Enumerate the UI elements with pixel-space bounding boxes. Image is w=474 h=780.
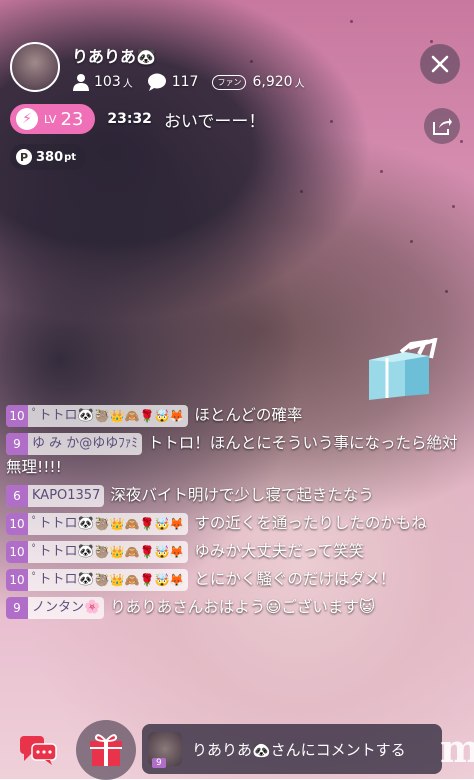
chat-user-name: ゆ み か@ゆゆﾌｧﾐ (32, 435, 138, 451)
comment-value: 117 (171, 74, 199, 90)
chat-list[interactable]: 10 ﾟトトロ🐼 🦥👑🙈🌹🤯🦊 ほとんどの確率 9 ゆ み か@ゆゆﾌｧﾐ トトロ！ほんとに… (0, 402, 474, 720)
chat-bubbles-icon (20, 736, 57, 765)
chat-button[interactable] (14, 726, 62, 774)
chat-message-text: りありあさんおはよう😃ございます😺 (110, 598, 376, 616)
chat-user-badge[interactable]: 6 KAPO1357 (6, 484, 105, 507)
chat-user-name: KAPO1357 (32, 487, 101, 503)
follower-value: 103 (94, 74, 121, 90)
level-number: 23 (60, 108, 84, 130)
share-icon (433, 118, 452, 135)
fan-unit: 人 (294, 78, 305, 90)
close-icon (431, 55, 449, 73)
comment-count: 117 (147, 73, 199, 91)
chat-user-badge[interactable]: 10 ﾟトトロ🐼 🦥👑🙈🌹🤯🦊 (6, 404, 189, 427)
chat-message-text: ほとんどの確率 (194, 406, 303, 424)
chat-user-name: ﾟトトロ🐼 (32, 571, 94, 587)
points-unit: pt (64, 151, 77, 163)
chat-message-text: 深夜バイト明けで少し寝て起きたなう (110, 486, 374, 504)
lightning-icon: ⚡ (16, 108, 38, 130)
chat-user-badge[interactable]: 10 ﾟトトロ🐼 🦥👑🙈🌹🤯🦊 (6, 540, 189, 563)
comment-input[interactable]: 9 りありあ🐼さんにコメントする (142, 724, 442, 774)
fan-value: 6,920 (252, 74, 293, 90)
streamer-name[interactable]: りありあ🐼 (72, 43, 319, 67)
chat-user-name: ノンタン🌸 (32, 599, 101, 615)
chat-message-text: とにかく騒ぐのだけはダメ！ (194, 570, 396, 588)
gift-box-icon (365, 337, 445, 412)
level-row: ⚡ LV 23 23:32 おいでーー！ (10, 104, 265, 134)
header-comment-text: おいでーー！ (163, 111, 266, 132)
share-button[interactable] (424, 108, 460, 144)
fan-badge: ファン (212, 74, 247, 90)
streamer-stats: 103 人 117 ファン 6,920 人 (72, 73, 319, 91)
chat-user-level: 10 (6, 404, 28, 427)
chat-user-level: 10 (6, 568, 28, 591)
user-avatar: 9 (148, 732, 182, 768)
level-badge[interactable]: ⚡ LV 23 (10, 104, 96, 134)
chat-user-badges: 🦥👑🙈🌹🤯🦊 (94, 408, 185, 423)
chat-user-badges: 🦥👑🙈🌹🤯🦊 (94, 544, 185, 559)
points-badge[interactable]: P 380 pt (10, 144, 87, 170)
chat-user-name: ﾟトトロ🐼 (32, 407, 94, 423)
chat-user-name: ﾟトトロ🐼 (32, 515, 94, 531)
chat-user-badges: 🦥👑🙈🌹🤯🦊 (94, 572, 185, 587)
present-icon (90, 734, 122, 766)
header-comment-time: 23:32 (107, 111, 152, 127)
follower-unit: 人 (122, 78, 133, 90)
chat-user-name: ﾟトトロ🐼 (32, 543, 94, 559)
chat-user-badges: 🦥👑🙈🌹🤯🦊 (94, 516, 185, 531)
streamer-info: りありあ🐼 103 人 117 ファン 6,920 人 (72, 43, 319, 91)
chat-message: 9ゆ み か@ゆゆﾌｧﾐ トトロ！ほんとにそういう事になったら絶対無理!!!! (0, 430, 474, 482)
chat-message-text: すの近くを通ったりしたのかもね (194, 514, 427, 532)
chat-user-level: 9 (6, 596, 28, 619)
chat-user-level: 6 (6, 484, 28, 507)
chat-user-level: 9 (6, 432, 28, 455)
streamer-header: りありあ🐼 103 人 117 ファン 6,920 人 (10, 42, 319, 92)
chat-user-badge[interactable]: 10 ﾟトトロ🐼 🦥👑🙈🌹🤯🦊 (6, 568, 189, 591)
chat-user-level: 10 (6, 540, 28, 563)
chat-message-text: ゆみか大丈夫だって笑笑 (194, 542, 365, 560)
chat-user-badge[interactable]: 9 ノンタン🌸 (6, 596, 105, 619)
app-logo: m (440, 726, 474, 771)
chat-message: 10 ﾟトトロ🐼 🦥👑🙈🌹🤯🦊 すの近くを通ったりしたのかもね (0, 510, 474, 538)
chat-user-level: 10 (6, 512, 28, 535)
fan-count: ファン 6,920 人 (212, 74, 305, 90)
person-icon (73, 74, 89, 91)
level-prefix: LV (44, 112, 57, 126)
chat-message: 9 ノンタン🌸 りありあさんおはよう😃ございます😺 (0, 594, 474, 622)
chat-message: 6 KAPO1357 深夜バイト明けで少し寝て起きたなう (0, 482, 474, 510)
chat-message: 10 ﾟトトロ🐼 🦥👑🙈🌹🤯🦊 ゆみか大丈夫だって笑笑 (0, 538, 474, 566)
speech-bubble-icon (147, 73, 166, 91)
chat-user-badge[interactable]: 10 ﾟトトロ🐼 🦥👑🙈🌹🤯🦊 (6, 512, 189, 535)
follower-count: 103 人 (72, 73, 133, 91)
chat-message: 10 ﾟトトロ🐼 🦥👑🙈🌹🤯🦊 ほとんどの確率 (0, 402, 474, 430)
bottom-bar: 9 りありあ🐼さんにコメントする (0, 720, 474, 780)
chat-user-badge[interactable]: 9ゆ み か@ゆゆﾌｧﾐ (6, 432, 142, 455)
points-icon: P (16, 149, 32, 165)
close-button[interactable] (420, 44, 460, 84)
chat-message: 10 ﾟトトロ🐼 🦥👑🙈🌹🤯🦊 とにかく騒ぐのだけはダメ！ (0, 566, 474, 594)
streamer-avatar[interactable] (10, 42, 60, 92)
user-level-badge: 9 (152, 758, 166, 768)
comment-placeholder: りありあ🐼さんにコメントする (192, 740, 406, 759)
gift-button[interactable] (76, 720, 136, 780)
points-value: 380 (36, 149, 64, 165)
